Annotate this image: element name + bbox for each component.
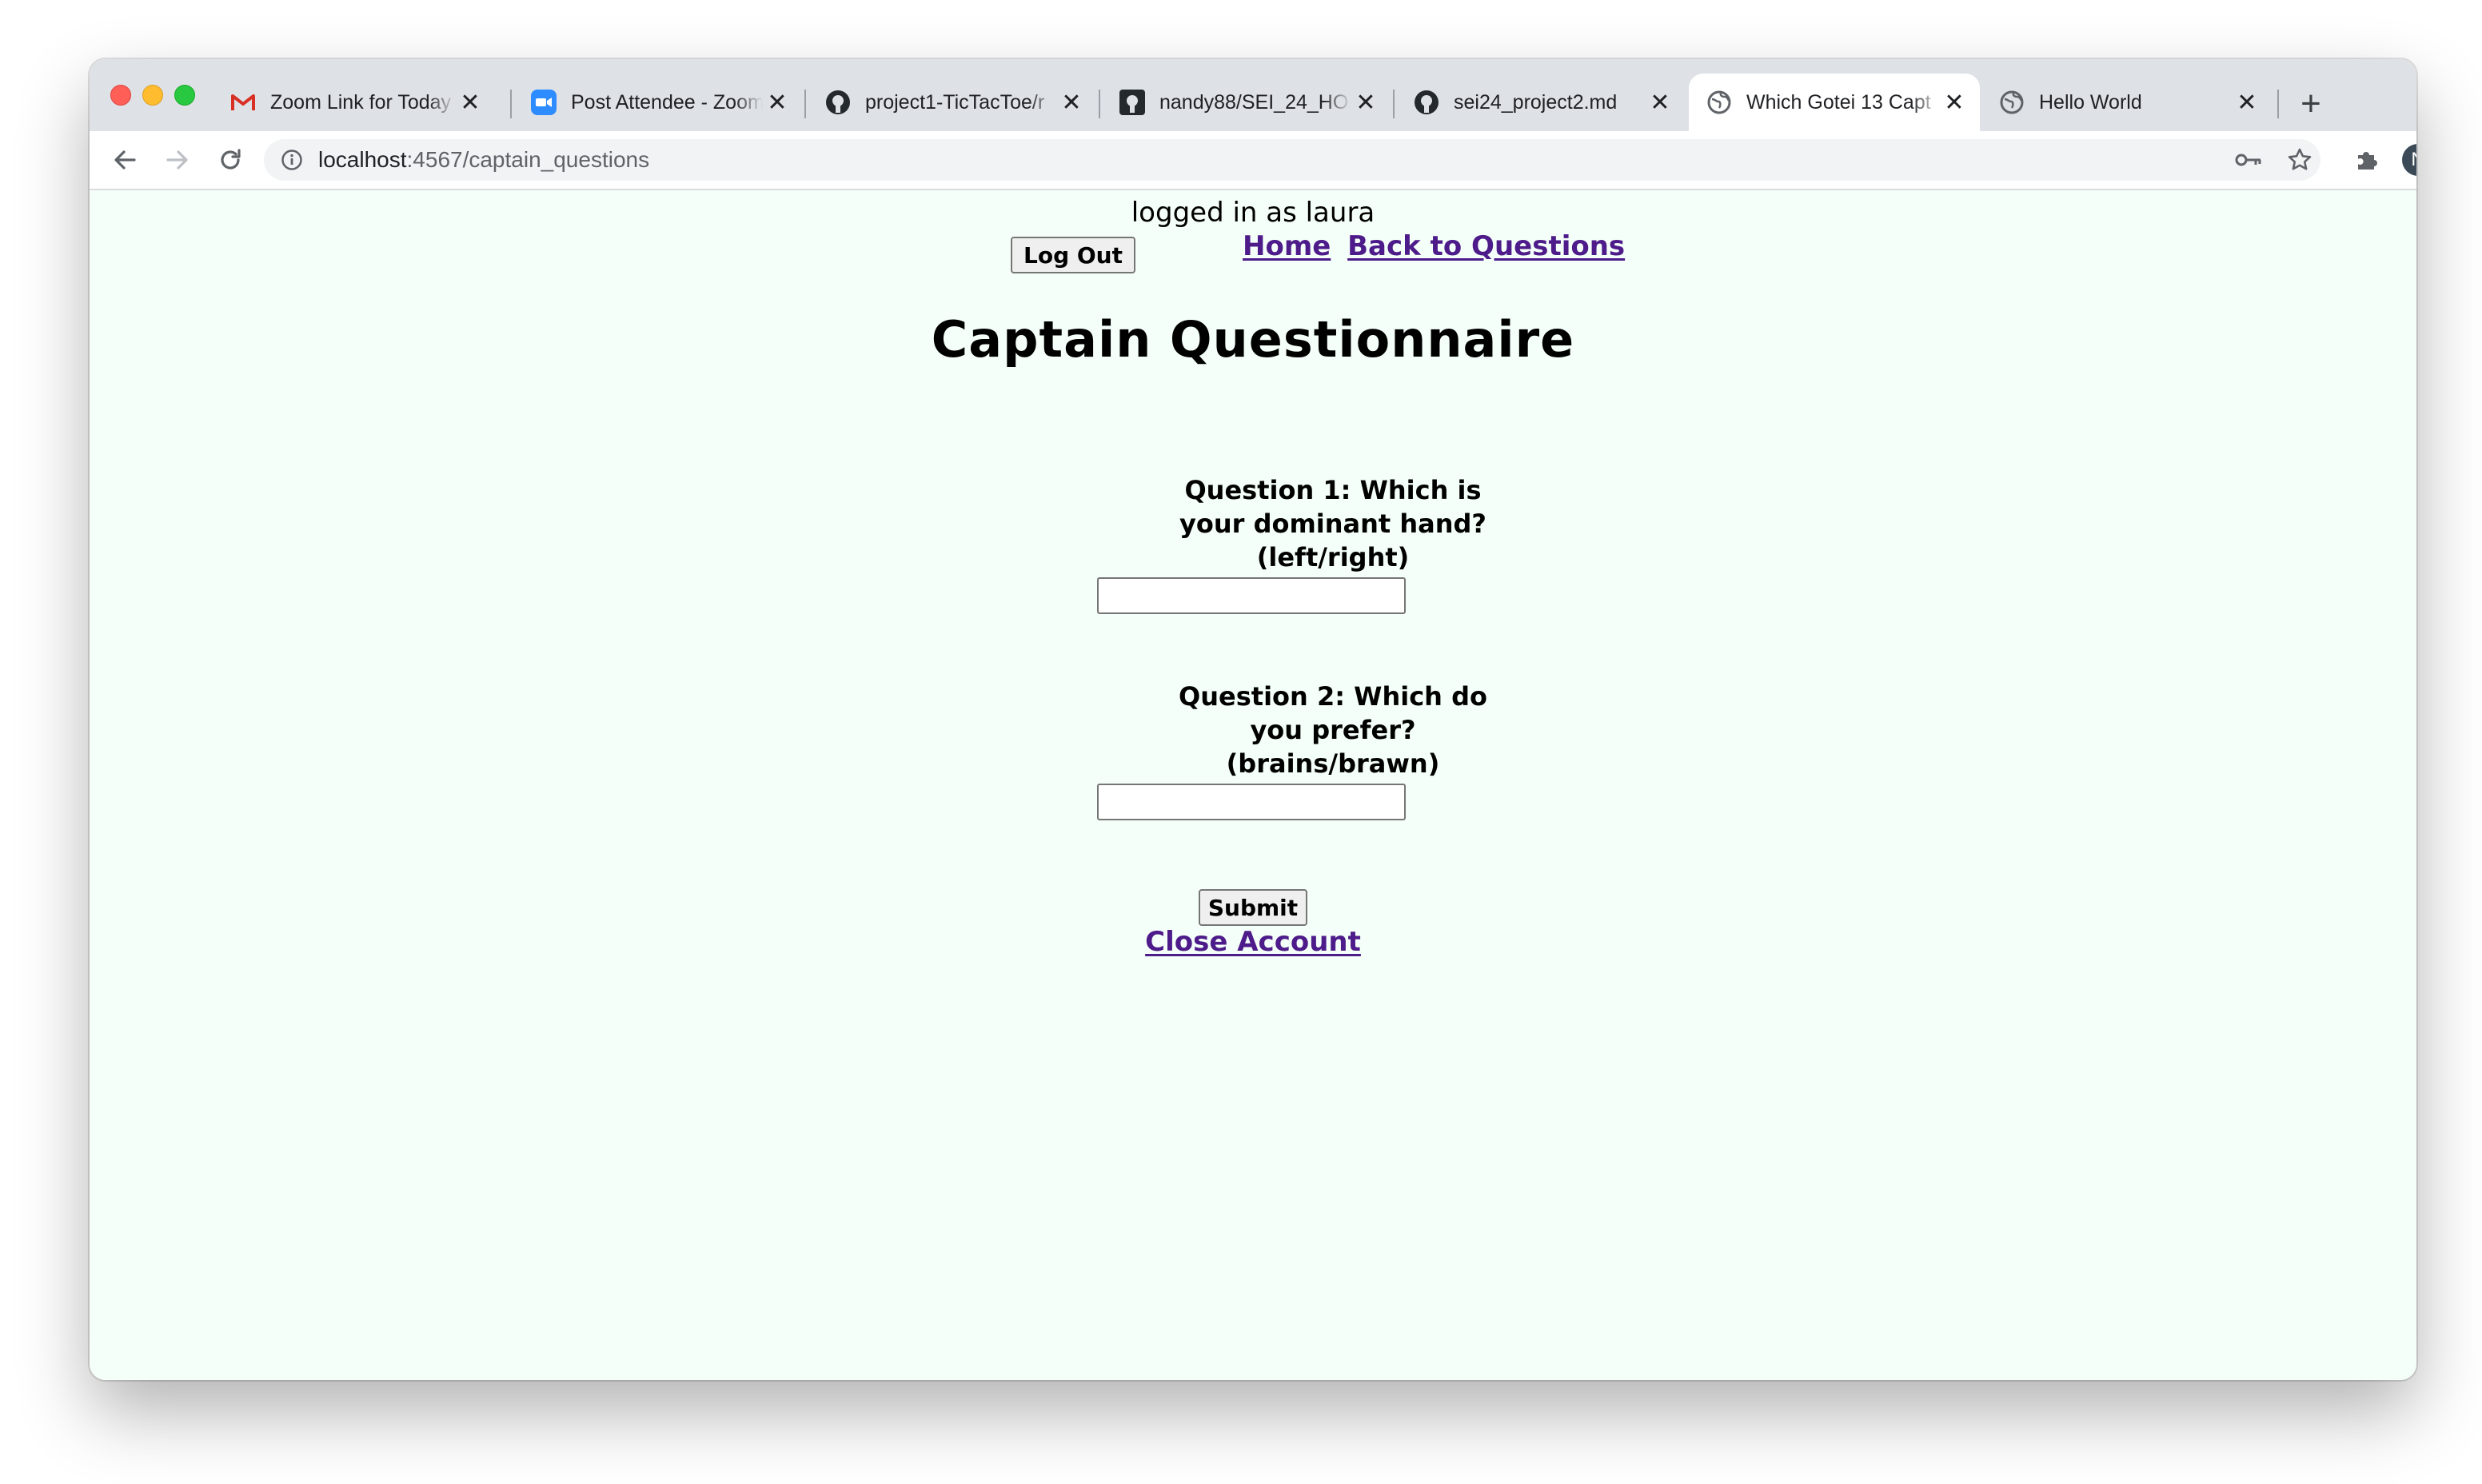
- arrow-left-icon: [114, 150, 136, 170]
- forward-button[interactable]: [158, 141, 197, 179]
- back-to-questions-link[interactable]: Back to Questions: [1347, 230, 1625, 262]
- tab-which-gotei-13-captain[interactable]: Which Gotei 13 Capt ✕: [1689, 74, 1980, 131]
- tab-divider: [804, 90, 806, 118]
- close-window-button[interactable]: [110, 85, 131, 106]
- screen: Zoom Link for Today ✕ Post Attendee - Zo…: [0, 0, 2482, 1484]
- close-tab-icon[interactable]: ✕: [1940, 88, 1969, 117]
- question-1-input[interactable]: [1097, 577, 1406, 614]
- close-tab-icon[interactable]: ✕: [763, 88, 792, 117]
- tab-title: Which Gotei 13 Capt: [1746, 90, 1931, 114]
- close-account-link[interactable]: Close Account: [1145, 926, 1361, 958]
- close-tab-icon[interactable]: ✕: [1646, 88, 1674, 117]
- url-path: :4567/captain_questions: [406, 147, 650, 172]
- globe-icon: [1999, 90, 2025, 115]
- log-out-button[interactable]: Log Out: [1011, 237, 1135, 273]
- close-tab-icon[interactable]: ✕: [2233, 88, 2261, 117]
- tab-post-attendee-zoom[interactable]: Post Attendee - Zoom ✕: [513, 74, 803, 131]
- browser-toolbar: localhost:4567/captain_questions N: [90, 131, 2416, 190]
- submit-button[interactable]: Submit: [1199, 889, 1307, 926]
- info-icon[interactable]: [280, 148, 304, 172]
- key-icon[interactable]: [2231, 139, 2266, 181]
- tab-sei24-project2[interactable]: sei24_project2.md ✕: [1396, 74, 1686, 131]
- new-tab-button[interactable]: +: [2290, 83, 2332, 125]
- tab-title: nandy88/SEI_24_HO: [1159, 90, 1349, 114]
- tab-strip: Zoom Link for Today ✕ Post Attendee - Zo…: [90, 59, 2416, 131]
- tab-title: project1-TicTacToe/r: [865, 90, 1045, 114]
- tab-divider: [1393, 90, 1395, 118]
- tab-divider: [2277, 90, 2279, 118]
- url-text: localhost:4567/captain_questions: [318, 147, 649, 173]
- arrow-right-icon: [166, 150, 188, 170]
- zoom-icon: [531, 90, 557, 115]
- close-account-row: Close Account: [90, 926, 2416, 958]
- avatar: N: [2402, 144, 2416, 176]
- question-2-label: Question 2: Which do you prefer? (brains…: [1179, 681, 1487, 779]
- tab-title: Hello World: [2039, 90, 2142, 114]
- close-tab-icon[interactable]: ✕: [1057, 88, 1086, 117]
- tab-project1-tictactoe[interactable]: project1-TicTacToe/r ✕: [808, 74, 1097, 131]
- github-icon: [1119, 90, 1145, 115]
- browser-window: Zoom Link for Today ✕ Post Attendee - Zo…: [90, 59, 2416, 1380]
- reload-button[interactable]: [211, 141, 249, 179]
- globe-icon: [1706, 90, 1732, 115]
- tab-title: Zoom Link for Today: [270, 90, 452, 114]
- logged-in-status: logged in as laura: [1131, 197, 1375, 229]
- home-link[interactable]: Home: [1243, 230, 1331, 262]
- question-2-input[interactable]: [1097, 784, 1406, 820]
- tab-title: Post Attendee - Zoom: [571, 90, 763, 114]
- tab-zoom-link-for-today[interactable]: Zoom Link for Today ✕: [213, 74, 496, 131]
- question-1-label: Question 1: Which is your dominant hand?…: [1179, 475, 1486, 572]
- url-host: localhost: [318, 147, 407, 172]
- puzzle-icon: [2358, 152, 2377, 170]
- tab-title: sei24_project2.md: [1454, 90, 1618, 114]
- minimize-window-button[interactable]: [142, 85, 163, 106]
- tab-divider: [510, 90, 512, 118]
- page-title: Captain Questionnaire: [931, 310, 1575, 369]
- close-tab-icon[interactable]: ✕: [1351, 88, 1380, 117]
- tab-divider: [1099, 90, 1100, 118]
- bookmark-star-icon[interactable]: [2282, 139, 2317, 181]
- profile-button[interactable]: N: [2399, 141, 2416, 179]
- tab-nandy88-sei24[interactable]: nandy88/SEI_24_HO ✕: [1102, 74, 1391, 131]
- github-icon: [825, 90, 851, 115]
- close-tab-icon[interactable]: ✕: [456, 88, 485, 117]
- gmail-icon: [230, 90, 256, 115]
- page-content: logged in as laura Log Out Home Back to …: [90, 190, 2416, 1380]
- address-bar[interactable]: localhost:4567/captain_questions: [264, 139, 2320, 181]
- extensions-button[interactable]: [2348, 141, 2386, 179]
- reload-icon: [221, 149, 241, 170]
- tab-hello-world[interactable]: Hello World ✕: [1981, 74, 2273, 131]
- maximize-window-button[interactable]: [174, 85, 195, 106]
- github-icon: [1414, 90, 1439, 115]
- back-button[interactable]: [106, 141, 144, 179]
- nav-links: Home Back to Questions: [1243, 230, 1625, 262]
